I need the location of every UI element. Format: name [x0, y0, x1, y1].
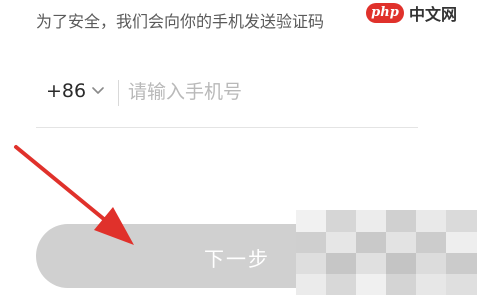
verification-hint-text: 为了安全，我们会向你的手机发送验证码	[36, 12, 325, 31]
chevron-down-icon	[92, 87, 104, 94]
watermark-logo: php	[366, 3, 404, 23]
phone-input-row: +86	[36, 66, 418, 120]
site-watermark: php 中文网	[366, 0, 477, 26]
country-code-selector[interactable]: +86	[46, 80, 104, 102]
next-step-label: 下一步	[204, 247, 270, 271]
pixelated-overlay	[296, 210, 477, 295]
watermark-site-name: 中文网	[409, 5, 458, 24]
country-code-label: +86	[46, 80, 87, 102]
phone-number-input[interactable]	[128, 76, 408, 108]
input-divider	[118, 80, 119, 106]
input-underline	[36, 127, 418, 128]
